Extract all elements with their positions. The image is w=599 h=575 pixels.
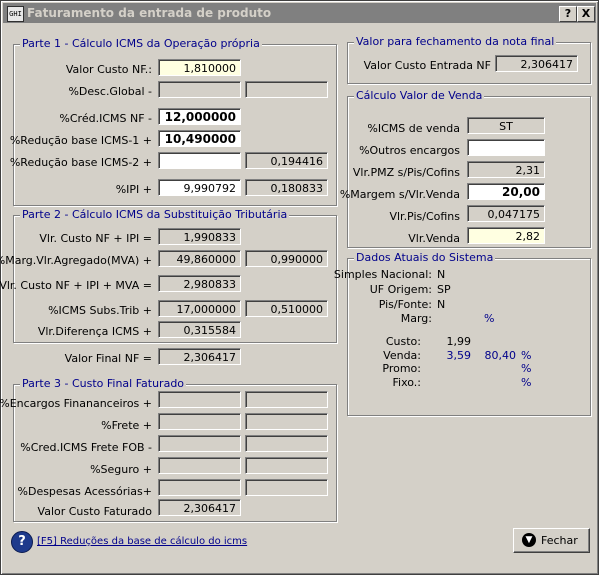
valor-final-nf-field: 2,306417	[158, 348, 241, 365]
icms-subs-trib-label: %ICMS Subs.Trib +	[48, 304, 152, 317]
marg-mva-result: 0,990000	[245, 250, 328, 267]
uf-origem-value: SP	[437, 283, 451, 296]
ipi-result: 0,180833	[245, 179, 328, 196]
despesas-acessorias-label: %Despesas Acessórias+	[17, 485, 152, 498]
window-title: Faturamento da entrada de produto	[27, 6, 272, 20]
diferenca-icms-label: Vlr.Diferença ICMS +	[37, 325, 152, 338]
custo-nf-ipi-mva-label: Vlr. Custo NF + IPI + MVA =	[0, 279, 152, 292]
title-bar[interactable]: GHI Faturamento da entrada de produto ? …	[3, 3, 596, 23]
reducao-base-2-field[interactable]	[158, 152, 241, 169]
margem-venda-field[interactable]: 20,00	[467, 183, 545, 200]
close-title-button[interactable]: X	[577, 6, 595, 22]
desc-global-result	[245, 81, 328, 98]
venda-pct-sym: %	[521, 349, 532, 362]
seguro-field[interactable]	[158, 457, 241, 474]
fixo-label: Fixo.:	[392, 376, 422, 389]
venda-value: 3,59	[446, 349, 472, 362]
valor-custo-faturado-label: Valor Custo Faturado	[37, 505, 152, 518]
margem-venda-label: %Margem s/Vlr.Venda	[339, 188, 460, 201]
vlr-venda-label: Vlr.Venda	[408, 232, 460, 245]
cred-icms-frete-field[interactable]	[158, 435, 241, 452]
reducao-base-1-label: %Redução base ICMS-1 +	[9, 134, 152, 147]
custo-nf-ipi-field: 1,990833	[158, 228, 241, 245]
frete-result	[245, 413, 328, 430]
dados-title: Dados Atuais do Sistema	[354, 251, 496, 264]
despesas-acessorias-result	[245, 479, 328, 496]
uf-origem-label: UF Origem:	[369, 283, 432, 296]
cred-icms-frete-result	[245, 435, 328, 452]
venda-label: Venda:	[383, 349, 421, 362]
diferenca-icms-field: 0,315584	[158, 321, 241, 338]
icms-subs-trib-field: 17,000000	[158, 300, 241, 317]
venda-pct: 80,40	[484, 349, 517, 362]
valor-custo-entrada-label: Valor Custo Entrada NF	[363, 59, 491, 72]
pmz-label: Vlr.PMZ s/Pis/Cofins	[352, 166, 460, 179]
reducao-base-2-result: 0,194416	[245, 152, 328, 169]
despesas-acessorias-field[interactable]	[158, 479, 241, 496]
custo-nf-ipi-label: Vlr. Custo NF + IPI =	[39, 232, 152, 245]
promo-pct-sym: %	[521, 362, 532, 375]
pis-fonte-value: N	[437, 298, 446, 311]
encargos-financeiros-field[interactable]	[158, 391, 241, 408]
pis-fonte-label: Pis/Fonte:	[378, 298, 432, 311]
desc-global-label: %Desc.Global -	[68, 85, 152, 98]
ipi-label: %IPI +	[115, 183, 152, 196]
arrow-down-circle-icon: ▼	[522, 533, 536, 547]
seguro-result	[245, 457, 328, 474]
valor-final-nf-label: Valor Final NF =	[64, 352, 152, 365]
valor-custo-entrada-field: 2,306417	[495, 55, 578, 72]
pis-cofins-field: 0,047175	[467, 205, 545, 222]
ipi-field[interactable]: 9,990792	[158, 179, 241, 196]
pis-cofins-label: Vlr.Pis/Cofins	[389, 210, 460, 223]
custo-label: Custo:	[385, 335, 421, 348]
frete-label: %Frete +	[101, 419, 152, 432]
encargos-financeiros-label: %Encargos Finananceiros +	[0, 397, 152, 410]
outros-encargos-field[interactable]	[467, 139, 545, 156]
parte2-title: Parte 2 - Cálculo ICMS da Substituição T…	[20, 208, 290, 221]
fechar-button[interactable]: ▼ Fechar	[513, 528, 590, 553]
cred-icms-nf-field[interactable]: 12,000000	[158, 108, 241, 125]
reducoes-link[interactable]: [F5] Reduções da base de cálculo do icms	[37, 536, 247, 547]
outros-encargos-label: %Outros encargos	[359, 144, 460, 157]
marg-label: Marg:	[400, 312, 432, 325]
venda-title: Cálculo Valor de Venda	[354, 89, 485, 102]
valor-custo-nf-field[interactable]: 1,810000	[158, 59, 241, 76]
marg-mva-field: 49,860000	[158, 250, 241, 267]
desc-global-field[interactable]	[158, 81, 241, 98]
dialog-window: GHI Faturamento da entrada de produto ? …	[0, 0, 599, 575]
icms-venda-label: %ICMS de venda	[367, 122, 460, 135]
promo-label: Promo:	[382, 362, 421, 375]
pmz-field: 2,31	[467, 161, 545, 178]
icms-venda-field[interactable]: ST	[467, 117, 545, 134]
help-title-button[interactable]: ?	[559, 6, 577, 22]
custo-nf-ipi-mva-field: 2,980833	[158, 275, 241, 292]
simples-value: N	[437, 268, 446, 281]
seguro-label: %Seguro +	[90, 463, 152, 476]
fechamento-title: Valor para fechamento da nota final	[354, 35, 557, 48]
vlr-venda-field[interactable]: 2,82	[467, 227, 545, 244]
app-icon: GHI	[7, 6, 24, 22]
marg-value: %	[484, 312, 495, 325]
reducao-base-1-field[interactable]: 10,490000	[158, 130, 241, 147]
parte3-title: Parte 3 - Custo Final Faturado	[20, 377, 187, 390]
simples-label: Simples Nacional:	[333, 268, 432, 281]
cred-icms-nf-label: %Créd.ICMS NF -	[59, 112, 152, 125]
frete-field[interactable]	[158, 413, 241, 430]
valor-custo-nf-label: Valor Custo NF.:	[65, 63, 152, 76]
fixo-pct-sym: %	[521, 376, 532, 389]
icms-subs-trib-result: 0,510000	[245, 300, 328, 317]
marg-mva-label: %Marg.Vlr.Agregado(MVA) +	[0, 254, 152, 267]
help-icon[interactable]: ?	[11, 531, 33, 553]
encargos-financeiros-result	[245, 391, 328, 408]
custo-value: 1,99	[446, 335, 472, 348]
cred-icms-frete-label: %Cred.ICMS Frete FOB -	[20, 441, 152, 454]
valor-custo-faturado-field: 2,306417	[158, 499, 241, 516]
parte1-title: Parte 1 - Cálculo ICMS da Operação própr…	[20, 37, 262, 50]
fechar-label: Fechar	[541, 534, 578, 547]
reducao-base-2-label: %Redução base ICMS-2 +	[9, 156, 152, 169]
